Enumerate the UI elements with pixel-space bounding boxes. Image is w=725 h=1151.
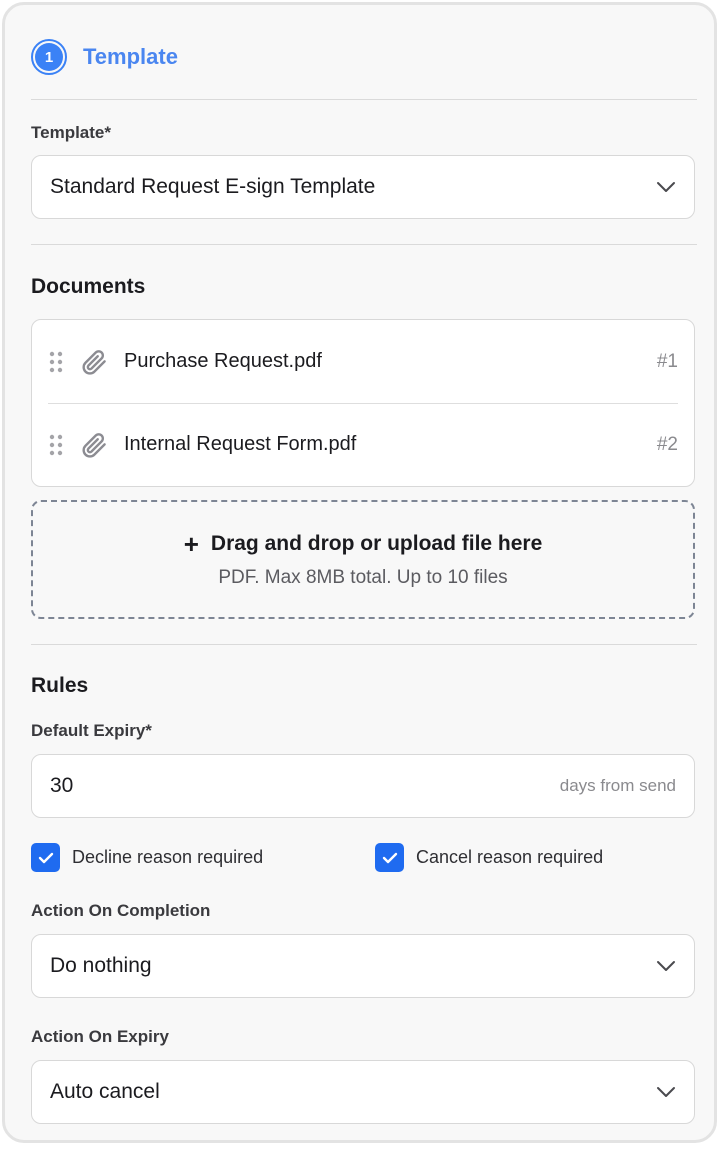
checkbox-checked-icon[interactable]: [31, 843, 60, 872]
template-select-value: Standard Request E-sign Template: [50, 175, 376, 198]
decline-reason-label: Decline reason required: [72, 847, 264, 867]
default-expiry-input[interactable]: 30 days from send: [31, 754, 695, 818]
upload-dropzone[interactable]: + Drag and drop or upload file here PDF.…: [31, 500, 695, 619]
template-label: Template*: [31, 123, 111, 142]
action-on-completion-value: Do nothing: [50, 954, 152, 977]
divider: [31, 644, 697, 645]
documents-title: Documents: [31, 275, 146, 298]
default-expiry-label: Default Expiry*: [31, 721, 152, 740]
drag-handle-icon[interactable]: [48, 350, 64, 374]
action-on-completion-select[interactable]: Do nothing: [31, 934, 695, 998]
step-title: Template: [83, 44, 178, 69]
document-item[interactable]: Purchase Request.pdf #1: [32, 320, 694, 403]
rules-title: Rules: [31, 674, 89, 697]
cancel-reason-checkbox[interactable]: Cancel reason required: [375, 843, 603, 872]
divider: [31, 244, 697, 245]
paperclip-icon: [78, 346, 110, 378]
document-name: Internal Request Form.pdf: [124, 433, 357, 455]
cancel-reason-label: Cancel reason required: [416, 847, 604, 867]
action-on-expiry-value: Auto cancel: [50, 1080, 160, 1103]
document-name: Purchase Request.pdf: [124, 350, 322, 372]
dropzone-text: Drag and drop or upload file here: [210, 531, 543, 555]
step-header: 1 Template: [31, 35, 178, 79]
action-on-expiry-select[interactable]: Auto cancel: [31, 1060, 695, 1124]
dropzone-main: + Drag and drop or upload file here: [184, 531, 543, 557]
action-on-expiry-label: Action On Expiry: [31, 1027, 169, 1046]
documents-list: Purchase Request.pdf #1 Internal Request…: [31, 319, 695, 487]
step-number: 1: [35, 43, 63, 71]
template-select[interactable]: Standard Request E-sign Template: [31, 155, 695, 219]
default-expiry-value: 30: [50, 774, 74, 797]
action-on-completion-label: Action On Completion: [31, 901, 211, 920]
document-index: #2: [656, 433, 678, 455]
checkbox-checked-icon[interactable]: [375, 843, 404, 872]
document-index: #1: [656, 350, 678, 372]
template-step-card: 1 Template Template* Standard Request E-…: [2, 2, 717, 1143]
drag-handle-icon[interactable]: [48, 433, 64, 457]
document-item[interactable]: Internal Request Form.pdf #2: [32, 403, 694, 486]
chevron-down-icon: [656, 1082, 676, 1102]
plus-icon: +: [183, 528, 199, 559]
step-number-badge: 1: [31, 39, 67, 75]
expiry-suffix: days from send: [559, 776, 676, 795]
chevron-down-icon: [656, 177, 676, 197]
dropzone-hint: PDF. Max 8MB total. Up to 10 files: [218, 566, 508, 588]
decline-reason-checkbox[interactable]: Decline reason required: [31, 843, 263, 872]
paperclip-icon: [78, 429, 110, 461]
chevron-down-icon: [656, 956, 676, 976]
divider: [31, 99, 697, 100]
